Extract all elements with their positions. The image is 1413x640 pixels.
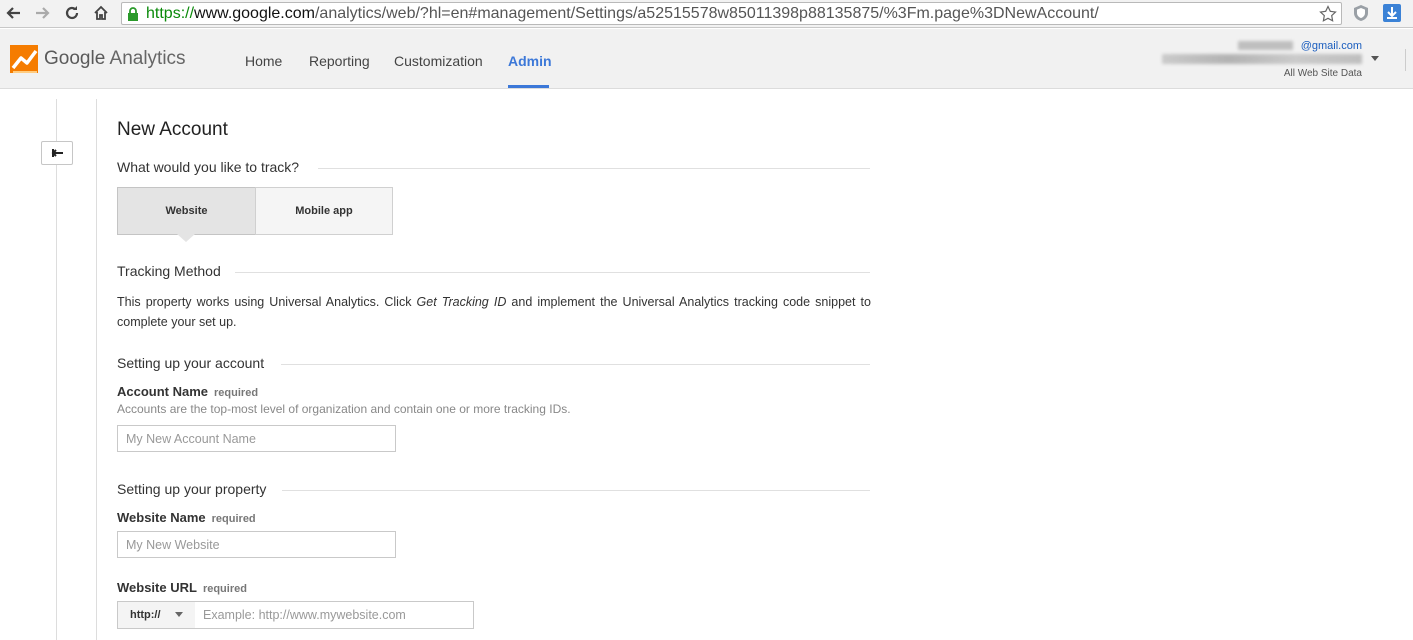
redacted-account-name bbox=[1162, 54, 1362, 64]
account-name-input[interactable] bbox=[117, 425, 396, 452]
track-question-heading: What would you like to track? bbox=[117, 159, 300, 175]
home-icon[interactable] bbox=[91, 3, 111, 23]
back-arrow-icon bbox=[51, 149, 63, 157]
left-rail-line bbox=[56, 99, 57, 640]
website-url-input[interactable] bbox=[195, 601, 474, 629]
nav-home[interactable]: Home bbox=[245, 53, 282, 69]
account-dropdown-caret-icon[interactable] bbox=[1371, 56, 1379, 61]
account-name-label: Account Name required bbox=[117, 384, 259, 399]
required-tag: required bbox=[211, 513, 256, 525]
browser-toolbar: https://www.google.com/analytics/web/?hl… bbox=[0, 0, 1413, 28]
website-option-button[interactable]: Website bbox=[117, 187, 256, 235]
website-name-input[interactable] bbox=[117, 531, 396, 558]
nav-customization[interactable]: Customization bbox=[394, 53, 483, 69]
account-view-label[interactable]: All Web Site Data bbox=[1284, 68, 1362, 79]
chevron-down-icon[interactable] bbox=[175, 612, 183, 617]
content-divider bbox=[96, 99, 97, 640]
section-divider bbox=[318, 168, 870, 169]
reload-icon[interactable] bbox=[62, 3, 82, 23]
shield-icon[interactable] bbox=[1352, 4, 1370, 22]
forward-arrow-icon[interactable] bbox=[32, 3, 52, 23]
protocol-select[interactable]: http:// bbox=[117, 601, 196, 629]
section-divider bbox=[235, 272, 870, 273]
section-divider bbox=[281, 364, 870, 365]
url-text: https://www.google.com/analytics/web/?hl… bbox=[146, 5, 1099, 22]
section-divider bbox=[282, 490, 870, 491]
page-title: New Account bbox=[117, 119, 228, 140]
selected-pointer bbox=[177, 234, 195, 242]
property-setup-heading: Setting up your property bbox=[117, 481, 267, 497]
google-analytics-logo-icon[interactable] bbox=[10, 45, 40, 73]
bookmark-star-icon[interactable] bbox=[1319, 5, 1337, 23]
required-tag: required bbox=[214, 387, 259, 399]
account-setup-heading: Setting up your account bbox=[117, 355, 265, 371]
lock-icon bbox=[128, 7, 138, 21]
download-icon[interactable] bbox=[1383, 4, 1401, 22]
back-button[interactable] bbox=[41, 141, 73, 165]
account-help-text: Accounts are the top-most level of organ… bbox=[117, 402, 571, 416]
website-name-label: Website Name required bbox=[117, 510, 256, 525]
required-tag: required bbox=[202, 583, 247, 595]
redacted-email-prefix bbox=[1238, 41, 1293, 50]
address-bar[interactable]: https://www.google.com/analytics/web/?hl… bbox=[121, 2, 1342, 25]
tracking-method-description: This property works using Universal Anal… bbox=[117, 295, 871, 329]
tracking-method-heading: Tracking Method bbox=[117, 263, 221, 279]
header-scroll-edge bbox=[1405, 49, 1413, 71]
account-email[interactable]: @gmail.com bbox=[1301, 40, 1362, 52]
website-url-label: Website URL required bbox=[117, 580, 247, 595]
active-nav-indicator bbox=[508, 85, 549, 88]
nav-reporting[interactable]: Reporting bbox=[309, 53, 370, 69]
ga-header: Google Analytics Home Reporting Customiz… bbox=[0, 29, 1413, 89]
brand-title[interactable]: Google Analytics bbox=[44, 48, 186, 70]
nav-admin[interactable]: Admin bbox=[508, 53, 552, 69]
mobile-app-option-button[interactable]: Mobile app bbox=[255, 187, 393, 235]
back-arrow-icon[interactable] bbox=[4, 3, 24, 23]
